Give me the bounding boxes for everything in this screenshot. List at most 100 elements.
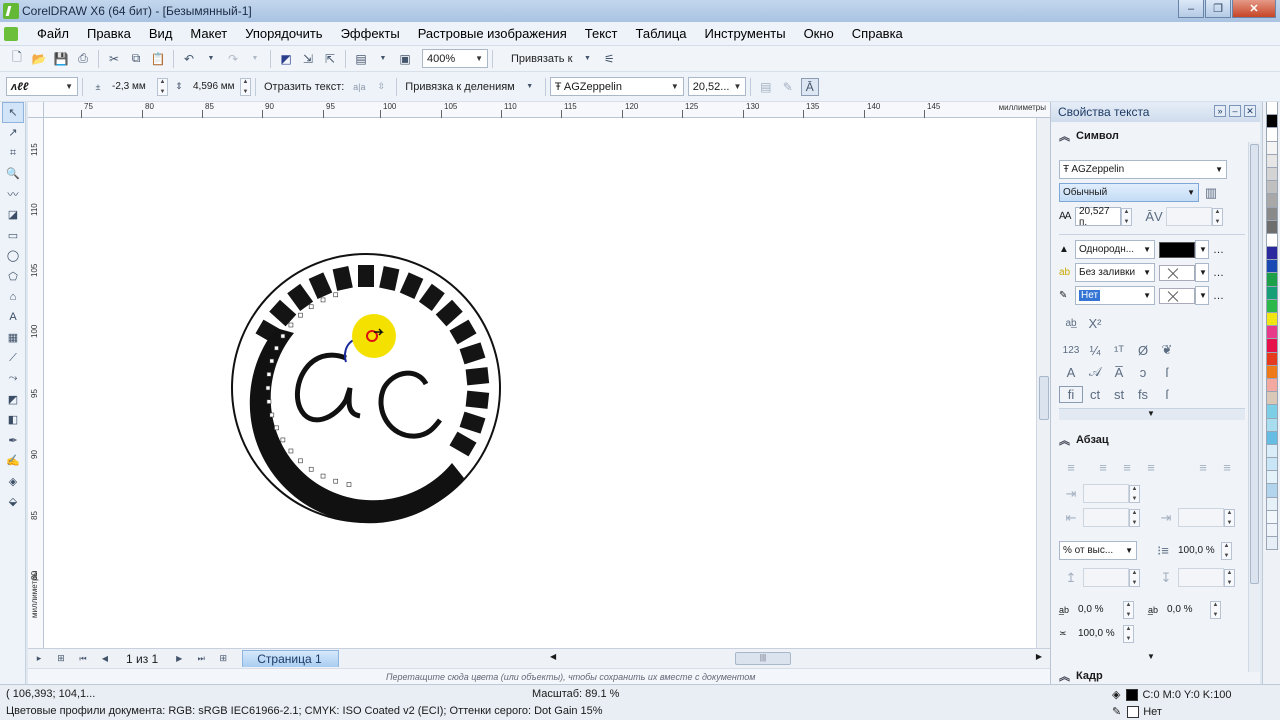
parallel-dimension-tool-icon[interactable]: ⟋ bbox=[2, 348, 24, 369]
titling-alternates-icon[interactable]: A̅ bbox=[1107, 365, 1131, 380]
mirror-horizontal-icon[interactable]: a|a bbox=[350, 78, 368, 96]
menu-edit[interactable]: Правка bbox=[78, 26, 140, 41]
black-arc-band[interactable] bbox=[249, 328, 464, 524]
language-spacing-field[interactable]: 100,0 % bbox=[1075, 624, 1123, 643]
path-node[interactable] bbox=[320, 473, 326, 479]
menu-view[interactable]: Вид bbox=[140, 26, 182, 41]
previous-page-icon[interactable]: ◀ bbox=[96, 650, 114, 668]
glyph-block[interactable] bbox=[435, 299, 463, 327]
drawing-artwork[interactable] bbox=[44, 118, 1036, 648]
glyph-block[interactable] bbox=[332, 266, 353, 291]
left-indent-stepper[interactable]: ▲ ▼ bbox=[1129, 484, 1140, 503]
line-spacing-unit-combo[interactable]: % от выс... ▼ bbox=[1059, 541, 1137, 560]
vertical-offset-stepper[interactable]: ▲ ▼ bbox=[240, 77, 251, 96]
palette-swatch[interactable] bbox=[1266, 286, 1278, 300]
import-icon[interactable]: ⇲ bbox=[299, 50, 317, 68]
palette-swatch[interactable] bbox=[1266, 260, 1278, 274]
path-node[interactable] bbox=[280, 333, 286, 339]
glyph-block[interactable] bbox=[399, 272, 424, 299]
discretionary-ligatures-icon[interactable]: ct bbox=[1083, 387, 1107, 402]
path-node[interactable] bbox=[265, 385, 271, 391]
tab-page-1[interactable]: Страница 1 bbox=[242, 650, 339, 667]
palette-swatch[interactable] bbox=[1266, 444, 1278, 459]
full-screen-icon[interactable]: ▣ bbox=[396, 50, 414, 68]
docker-expand-icon[interactable]: » bbox=[1214, 105, 1226, 117]
page-options-icon[interactable]: ▸ bbox=[30, 650, 48, 668]
space-after-stepper[interactable]: ▲ ▼ bbox=[1224, 568, 1235, 587]
space-after-field[interactable] bbox=[1178, 568, 1224, 587]
word-spacing-field[interactable]: 0,0 % bbox=[1164, 600, 1210, 619]
glyph-block[interactable] bbox=[465, 367, 490, 386]
eyedropper-tool-icon[interactable]: ✒ bbox=[2, 430, 24, 451]
vertical-scrollbar[interactable] bbox=[1036, 118, 1050, 648]
swash-icon[interactable]: 𝒜 bbox=[1083, 364, 1107, 380]
underline-icon[interactable]: ab̲ bbox=[1059, 318, 1083, 329]
palette-swatch[interactable] bbox=[1266, 365, 1278, 379]
paste-icon[interactable]: 📋 bbox=[149, 50, 167, 68]
palette-swatch[interactable] bbox=[1266, 194, 1278, 208]
line-spacing-stepper[interactable]: ▲ ▼ bbox=[1221, 541, 1232, 560]
section-character-header[interactable]: ︽ Символ bbox=[1051, 124, 1119, 148]
horizontal-ruler[interactable]: 75 80 85 90 95 100 105 110 115 120 125 1… bbox=[44, 102, 1050, 118]
space-before-stepper[interactable]: ▲ ▼ bbox=[1129, 568, 1140, 587]
palette-swatch[interactable] bbox=[1266, 378, 1278, 393]
palette-swatch[interactable] bbox=[1266, 339, 1278, 353]
scroll-right-icon[interactable]: ▶ bbox=[1036, 652, 1042, 661]
vertical-offset-field[interactable]: 4,596 мм bbox=[190, 77, 240, 96]
glyph-block[interactable] bbox=[449, 431, 477, 457]
palette-swatch[interactable] bbox=[1266, 207, 1278, 221]
kerning-icon[interactable]: ĀV bbox=[1142, 209, 1166, 224]
undo-icon[interactable]: ↶ bbox=[180, 50, 198, 68]
snap-ticks-label[interactable]: Привязка к делениям bbox=[401, 81, 518, 93]
ruler-origin[interactable] bbox=[28, 102, 44, 118]
kerning-field[interactable] bbox=[1166, 207, 1212, 226]
pick-tool-icon[interactable]: ↖ bbox=[2, 102, 24, 123]
menu-arrange[interactable]: Упорядочить bbox=[236, 26, 331, 41]
glyph-block[interactable] bbox=[308, 272, 333, 299]
glyph-block[interactable] bbox=[459, 342, 486, 365]
add-page-before-icon[interactable]: ⊞ bbox=[52, 650, 70, 668]
fill-tool-icon[interactable]: ◈ bbox=[2, 471, 24, 492]
superscript-ordinal-icon[interactable]: ¹ᵀ bbox=[1107, 343, 1131, 358]
text-properties-icon[interactable]: ▤ bbox=[757, 78, 775, 96]
path-node[interactable] bbox=[288, 448, 294, 454]
font-size-combo[interactable]: 20,52... ▼ bbox=[687, 77, 746, 96]
horizontal-scrollbar[interactable]: ◀ ||| ▶ bbox=[550, 652, 1042, 665]
left-indent-field[interactable] bbox=[1083, 484, 1129, 503]
interactive-fill-tool-icon[interactable]: ⬙ bbox=[2, 492, 24, 513]
word-spacing-stepper[interactable]: ▲ ▼ bbox=[1210, 600, 1221, 619]
cut-icon[interactable]: ✂ bbox=[105, 50, 123, 68]
document-icon[interactable] bbox=[4, 26, 18, 41]
force-justify-icon[interactable]: ≡ bbox=[1215, 460, 1239, 475]
character-spacing-field[interactable]: 0,0 % bbox=[1075, 600, 1123, 619]
stylistic-alternates-icon[interactable]: A bbox=[1059, 365, 1083, 380]
horizontal-offset-field[interactable]: -2,3 мм bbox=[109, 77, 157, 96]
path-node[interactable] bbox=[269, 358, 275, 364]
redo-icon[interactable]: ↷ bbox=[224, 50, 242, 68]
chevron-down-icon[interactable]: ▼ bbox=[521, 78, 539, 96]
palette-swatch[interactable] bbox=[1266, 405, 1278, 419]
menu-effects[interactable]: Эффекты bbox=[332, 26, 409, 41]
polygon-tool-icon[interactable]: ⬠ bbox=[2, 266, 24, 287]
ornaments-icon[interactable]: ❦ bbox=[1155, 342, 1179, 358]
next-page-icon[interactable]: ▶ bbox=[170, 650, 188, 668]
path-node[interactable] bbox=[346, 482, 352, 487]
kerning-stepper[interactable]: ▲ ▼ bbox=[1212, 207, 1223, 226]
menu-table[interactable]: Таблица bbox=[627, 26, 696, 41]
first-line-indent-stepper[interactable]: ▲ ▼ bbox=[1129, 508, 1140, 527]
palette-swatch[interactable] bbox=[1266, 392, 1278, 406]
fractions-icon[interactable]: ¼ bbox=[1083, 343, 1107, 358]
outline-width-combo[interactable]: Нет ▼ bbox=[1075, 286, 1155, 305]
redo-dropdown-icon[interactable]: ▼ bbox=[246, 50, 264, 68]
path-node[interactable] bbox=[266, 372, 272, 377]
docker-close-icon[interactable]: ✕ bbox=[1244, 105, 1256, 117]
collapse-chevron-icon[interactable]: ︽ bbox=[1059, 668, 1070, 684]
menu-window[interactable]: Окно bbox=[795, 26, 843, 41]
docker-font-combo[interactable]: Ŧ AGZeppelin ▼ bbox=[1059, 160, 1227, 179]
docker-scroll-thumb[interactable] bbox=[1250, 144, 1259, 584]
snap-to-label[interactable]: Привязать к bbox=[507, 53, 576, 65]
palette-swatch[interactable] bbox=[1266, 141, 1278, 155]
first-line-indent-field[interactable] bbox=[1083, 508, 1129, 527]
path-node[interactable] bbox=[298, 312, 303, 318]
palette-swatch[interactable] bbox=[1266, 352, 1278, 366]
